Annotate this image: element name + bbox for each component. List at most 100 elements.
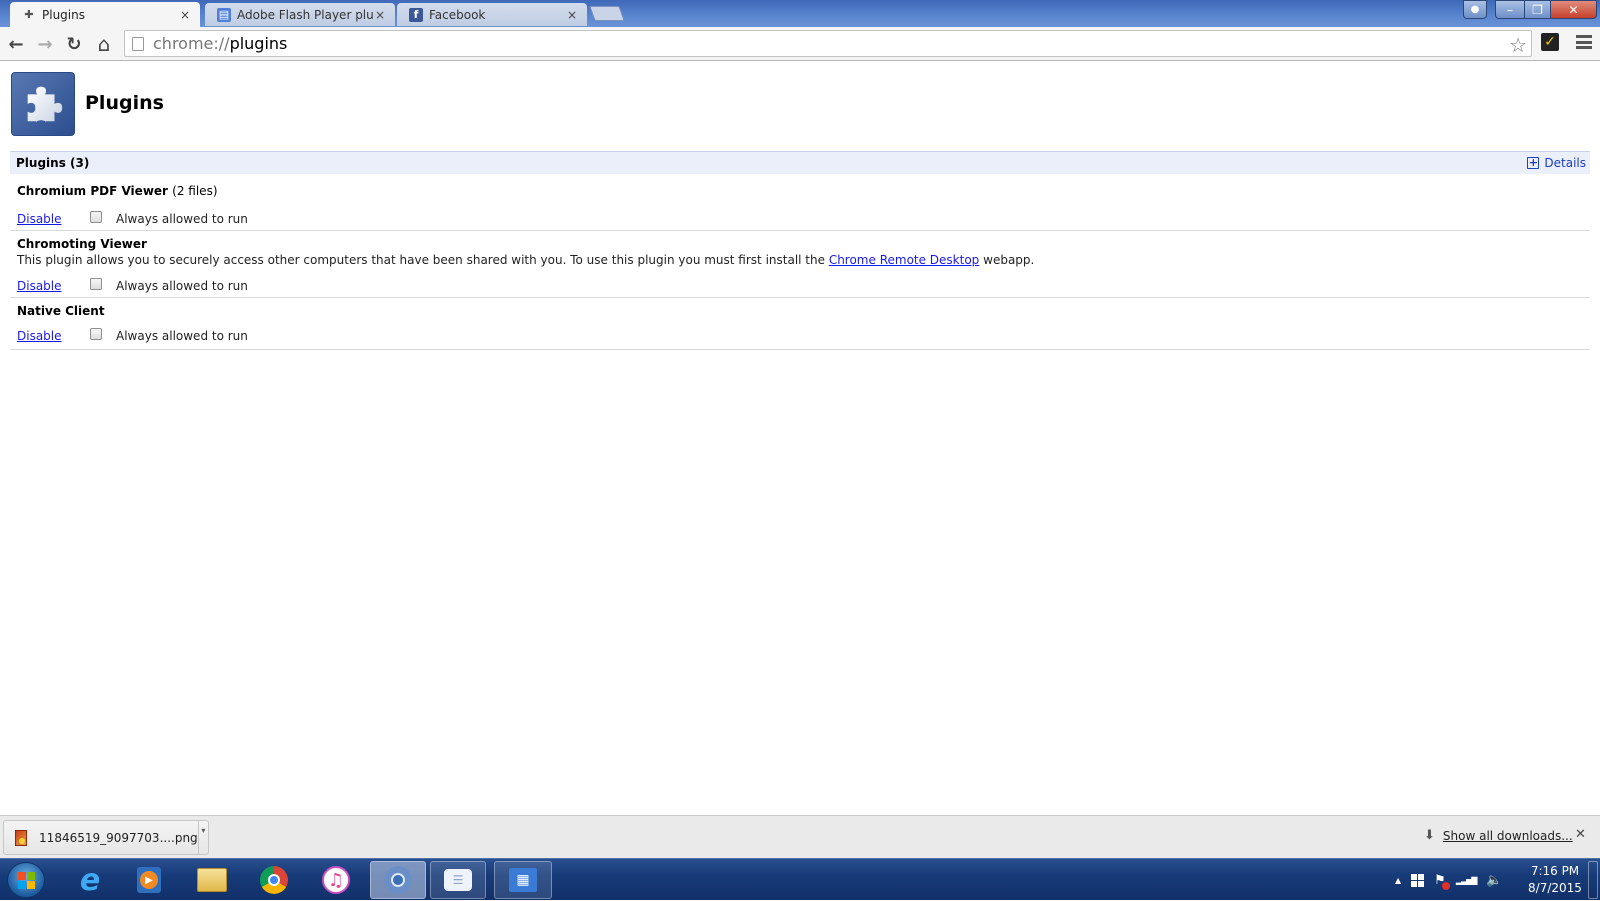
taskbar-internet-explorer[interactable]: e [62, 861, 118, 899]
clock-date: 8/7/2015 [1528, 881, 1582, 895]
show-desktop-button[interactable] [1588, 861, 1598, 899]
url-text[interactable]: chrome://plugins [153, 34, 287, 53]
puzzle-icon: ✚ [24, 8, 34, 21]
tab-close-icon[interactable]: × [178, 8, 192, 22]
profile-button[interactable]: ● [1463, 0, 1487, 19]
taskbar-itunes[interactable]: ♫ [308, 861, 364, 899]
minimize-button[interactable]: – [1495, 0, 1525, 19]
taskbar-media-player[interactable]: ▶ [121, 861, 177, 899]
system-clock[interactable]: 7:16 PM 8/7/2015 [1520, 863, 1590, 897]
chrome-remote-desktop-link[interactable]: Chrome Remote Desktop [829, 253, 980, 267]
plugin-name: Chromium PDF Viewer (2 files) [17, 184, 218, 198]
details-toggle[interactable]: + Details [1527, 156, 1586, 170]
plugin-chromoting-viewer: Chromoting Viewer This plugin allows you… [10, 231, 1590, 298]
browser-toolbar: ← → ↻ ⌂ chrome://plugins ☆ ✓ [0, 27, 1600, 61]
action-center-icon[interactable] [1411, 873, 1425, 887]
plugin-controls: Disable Always allowed to run [17, 278, 248, 293]
volume-icon[interactable]: 🔈 [1486, 873, 1502, 888]
plugin-name: Chromoting Viewer [17, 237, 147, 251]
image-file-icon [15, 829, 28, 846]
home-button[interactable]: ⌂ [92, 32, 116, 56]
plugin-name: Native Client [17, 304, 105, 318]
clock-time: 7:16 PM [1530, 864, 1580, 878]
disable-link[interactable]: Disable [17, 212, 90, 226]
close-shelf-icon[interactable]: ✕ [1575, 827, 1586, 842]
tab-close-icon[interactable]: × [565, 8, 579, 22]
plugin-native-client: Native Client Disable Always allowed to … [10, 298, 1590, 350]
forward-arrow-icon: → [37, 33, 53, 55]
download-arrow-icon: ⬇ [1424, 828, 1435, 843]
windows-logo-icon [17, 871, 35, 889]
browser-window: ✚ Plugins × ▤ Adobe Flash Player plugin … [0, 0, 1600, 900]
back-arrow-icon: ← [8, 33, 24, 55]
chromium-icon [384, 866, 412, 894]
itunes-icon: ♫ [322, 866, 350, 894]
taskbar-messaging[interactable]: ☰ [430, 861, 486, 899]
folder-icon [197, 868, 227, 892]
download-item[interactable]: 11846519_9097703....png ▾ [3, 820, 209, 855]
disable-link[interactable]: Disable [17, 279, 90, 293]
reload-icon: ↻ [66, 33, 82, 55]
plugin-controls: Disable Always allowed to run [17, 211, 248, 226]
start-button[interactable] [7, 862, 45, 898]
tab-close-icon[interactable]: × [373, 8, 387, 22]
signal-strength-icon[interactable]: ▂▃▅▇ [1456, 876, 1478, 885]
page-title: Plugins [85, 92, 164, 114]
page-content: Plugins Plugins (3) + Details Chromium P… [0, 61, 1600, 815]
chrome-menu-button[interactable] [1576, 35, 1592, 49]
tab-facebook[interactable]: f Facebook × [397, 3, 587, 26]
tab-title: Facebook [429, 7, 486, 22]
plugins-count-label: Plugins (3) [16, 156, 90, 170]
download-menu-dropdown[interactable]: ▾ [197, 821, 208, 854]
taskbar-chromium[interactable] [370, 861, 426, 899]
taskbar-chrome[interactable] [246, 861, 302, 899]
plugins-puzzle-icon [11, 72, 75, 136]
plugin-files-count: (2 files) [172, 184, 218, 198]
tab-title: Plugins [42, 7, 85, 22]
show-all-downloads-link[interactable]: Show all downloads... [1443, 829, 1573, 843]
always-allowed-checkbox[interactable] [90, 328, 102, 340]
internet-explorer-icon: e [79, 862, 101, 898]
tab-title: Adobe Flash Player plugin [237, 7, 373, 22]
norton-extension-icon[interactable]: ✓ [1541, 33, 1559, 51]
control-panel-icon: ▦ [509, 868, 537, 892]
forward-button[interactable]: → [33, 32, 57, 56]
show-hidden-icons[interactable]: ▲ [1395, 876, 1401, 885]
download-shelf: 11846519_9097703....png ▾ ⬇ Show all dow… [0, 815, 1600, 858]
show-all-downloads[interactable]: ⬇ Show all downloads... [1424, 828, 1573, 843]
always-allowed-label: Always allowed to run [116, 212, 248, 226]
maximize-button[interactable]: ❐ [1524, 0, 1551, 19]
user-icon: ● [1470, 4, 1480, 15]
always-allowed-label: Always allowed to run [116, 279, 248, 293]
google-sites-icon: ▤ [217, 7, 231, 22]
network-flag-error-icon[interactable]: ⚑ [1434, 873, 1450, 890]
address-bar[interactable]: chrome://plugins ☆ [124, 30, 1532, 57]
tab-adobe-flash[interactable]: ▤ Adobe Flash Player plugin × [205, 3, 395, 26]
puzzle-piece-icon [27, 86, 63, 123]
bookmark-star-icon[interactable]: ☆ [1509, 33, 1527, 57]
reload-button[interactable]: ↻ [62, 32, 86, 56]
details-label: Details [1544, 156, 1586, 170]
restore-icon: ❐ [1532, 2, 1543, 17]
chat-bubble-icon: ☰ [444, 869, 472, 891]
new-tab-button[interactable] [589, 6, 625, 21]
tab-strip: ✚ Plugins × ▤ Adobe Flash Player plugin … [0, 0, 1600, 27]
taskbar-file-explorer[interactable] [184, 861, 240, 899]
taskbar-remote-desktop[interactable]: ▦ [494, 861, 552, 899]
back-button[interactable]: ← [4, 32, 28, 56]
tab-plugins[interactable]: ✚ Plugins × [10, 2, 200, 27]
always-allowed-checkbox[interactable] [90, 211, 102, 223]
close-window-button[interactable]: ✕ [1550, 0, 1597, 19]
minimize-icon: – [1507, 2, 1513, 17]
download-filename: 11846519_9097703....png [39, 830, 198, 845]
chrome-icon [260, 866, 288, 894]
media-player-icon: ▶ [137, 867, 161, 893]
plugin-chromium-pdf-viewer: Chromium PDF Viewer (2 files) Disable Al… [10, 174, 1590, 231]
system-tray: ▲ ⚑ ▂▃▅▇ 🔈 [1395, 859, 1503, 901]
disable-link[interactable]: Disable [17, 329, 90, 343]
expand-plus-icon: + [1527, 156, 1540, 169]
always-allowed-label: Always allowed to run [116, 329, 248, 343]
always-allowed-checkbox[interactable] [90, 278, 102, 290]
plugins-section-header: Plugins (3) + Details [10, 151, 1590, 174]
close-icon: ✕ [1568, 2, 1579, 17]
